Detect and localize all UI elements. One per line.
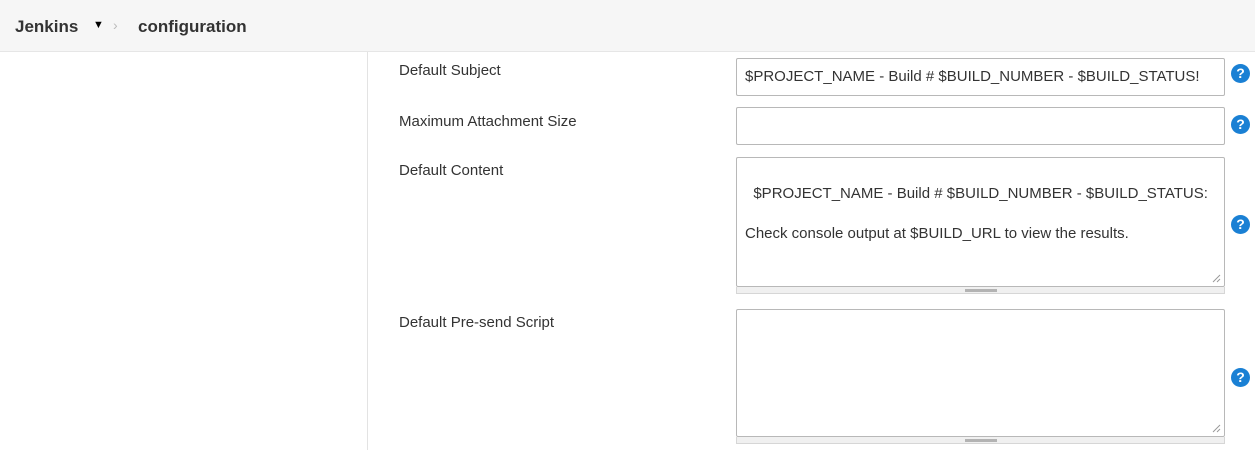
- resize-grip-icon[interactable]: [1212, 274, 1221, 283]
- drag-handle-icon: [964, 439, 997, 442]
- breadcrumb-configuration-link[interactable]: configuration: [138, 17, 247, 37]
- caret-down-icon[interactable]: ▼: [93, 19, 104, 31]
- default-subject-input[interactable]: $PROJECT_NAME - Build # $BUILD_NUMBER - …: [736, 58, 1225, 96]
- default-presend-script-label: Default Pre-send Script: [399, 314, 555, 331]
- breadcrumb: Jenkins ▼ › configuration: [0, 0, 1255, 52]
- max-attachment-size-input[interactable]: [736, 107, 1225, 145]
- help-icon[interactable]: ?: [1231, 64, 1250, 83]
- default-content-text: $PROJECT_NAME - Build # $BUILD_NUMBER - …: [745, 185, 1208, 242]
- chevron-right-icon: ›: [113, 17, 118, 33]
- help-icon[interactable]: ?: [1231, 215, 1250, 234]
- help-icon[interactable]: ?: [1231, 368, 1250, 387]
- default-presend-script-expand-handle[interactable]: [736, 437, 1225, 444]
- default-content-expand-handle[interactable]: [736, 287, 1225, 294]
- help-icon[interactable]: ?: [1231, 115, 1250, 134]
- breadcrumb-jenkins-link[interactable]: Jenkins: [15, 17, 78, 37]
- default-subject-label: Default Subject: [399, 62, 501, 79]
- drag-handle-icon: [964, 289, 997, 292]
- default-content-label: Default Content: [399, 162, 504, 179]
- default-presend-script-textarea[interactable]: [736, 309, 1225, 437]
- sidebar-divider: [367, 52, 368, 450]
- max-attachment-size-label: Maximum Attachment Size: [399, 113, 577, 130]
- resize-grip-icon[interactable]: [1212, 424, 1221, 433]
- default-content-textarea[interactable]: $PROJECT_NAME - Build # $BUILD_NUMBER - …: [736, 157, 1225, 287]
